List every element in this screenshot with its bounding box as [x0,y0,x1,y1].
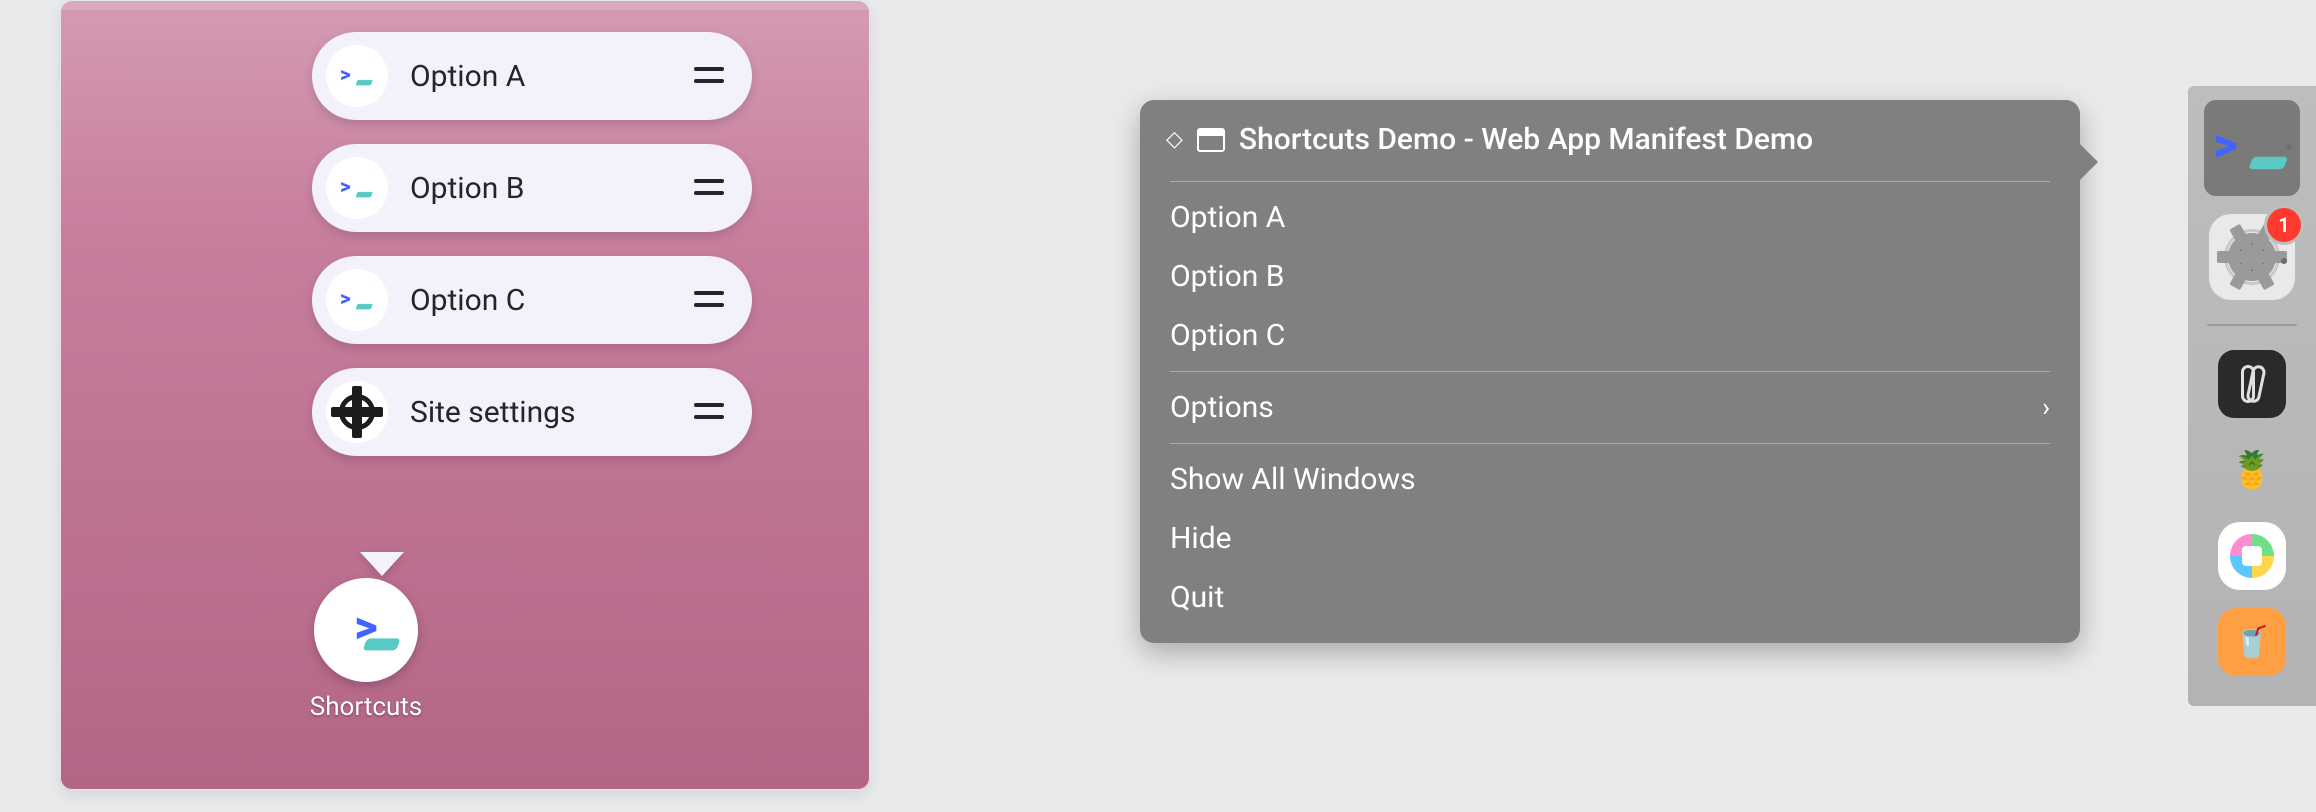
context-menu-item-quit[interactable]: Quit [1140,568,2080,627]
window-icon [1197,128,1225,152]
shortcut-item-label: Option C [410,283,694,318]
menu-separator [1170,443,2050,444]
android-launcher-panel: > Option A > Option B > Option C Site se… [60,0,870,790]
shortcut-item-option-c[interactable]: > Option C [312,256,752,344]
context-menu-item-option-c[interactable]: Option C [1140,306,2080,365]
menu-separator [1170,371,2050,372]
context-menu-item-show-all-windows[interactable]: Show All Windows [1140,450,2080,509]
dock-tile-pineapple-app[interactable]: 🍍 [2218,436,2286,504]
pwa-logo-icon: > [326,269,388,331]
shortcut-item-label: Option A [410,59,694,94]
context-menu-item-label: Option C [1170,318,1285,353]
dock-tile-keychain[interactable] [2218,350,2286,418]
pwa-logo-icon: > [326,157,388,219]
shortcut-item-option-b[interactable]: > Option B [312,144,752,232]
drag-handle-icon[interactable] [694,67,724,85]
diamond-icon: ◇ [1166,127,1183,152]
pwa-logo-icon: > [326,45,388,107]
shortcut-item-option-a[interactable]: > Option A [312,32,752,120]
context-menu-item-label: Quit [1170,580,1224,615]
home-screen-app[interactable]: > Shortcuts [306,578,426,722]
dock-tile-orange-app[interactable]: 🥤 [2218,608,2286,676]
pwa-logo-icon: > [2213,122,2291,175]
drag-handle-icon[interactable] [694,291,724,309]
popup-tail [360,552,404,576]
notification-badge: 1 [2267,208,2301,242]
macos-dock: > 1 🍍 🥤 [2188,86,2316,706]
drag-handle-icon[interactable] [694,403,724,421]
shortcut-item-site-settings[interactable]: Site settings [312,368,752,456]
context-menu-item-label: Options [1170,390,1274,425]
context-menu-item-label: Hide [1170,521,1232,556]
menu-separator [1170,181,2050,182]
shortcut-popup: > Option A > Option B > Option C Site se… [312,32,752,456]
pineapple-icon: 🍍 [2230,449,2275,491]
chevron-right-icon: › [2042,393,2050,423]
context-menu-item-hide[interactable]: Hide [1140,509,2080,568]
context-menu-item-label: Option A [1170,200,1285,235]
dock-tile-shortcuts-demo[interactable]: > [2204,100,2300,196]
pwa-logo-icon: > [314,578,418,682]
running-indicator [2281,258,2287,264]
context-menu-title: Shortcuts Demo - Web App Manifest Demo [1239,122,1813,157]
home-screen-app-label: Shortcuts [306,692,426,722]
cup-icon: 🥤 [2233,625,2270,660]
macos-dock-context-menu: ◇ Shortcuts Demo - Web App Manifest Demo… [1140,100,2080,643]
gear-icon [326,381,388,443]
keychain-icon [2241,365,2263,403]
context-menu-title-row[interactable]: ◇ Shortcuts Demo - Web App Manifest Demo [1140,116,2080,175]
context-menu-item-label: Show All Windows [1170,462,1416,497]
drag-handle-icon[interactable] [694,179,724,197]
context-menu-item-label: Option B [1170,259,1284,294]
color-wheel-icon [2230,534,2274,578]
dock-tile-system-settings[interactable]: 1 [2209,214,2295,300]
context-menu-item-option-a[interactable]: Option A [1140,188,2080,247]
dock-separator [2207,324,2297,326]
shortcut-item-label: Site settings [410,395,694,430]
dock-tile-color-app[interactable] [2218,522,2286,590]
shortcut-item-label: Option B [410,171,694,206]
context-menu-item-option-b[interactable]: Option B [1140,247,2080,306]
context-menu-item-options[interactable]: Options › [1140,378,2080,437]
running-indicator [2286,144,2292,150]
